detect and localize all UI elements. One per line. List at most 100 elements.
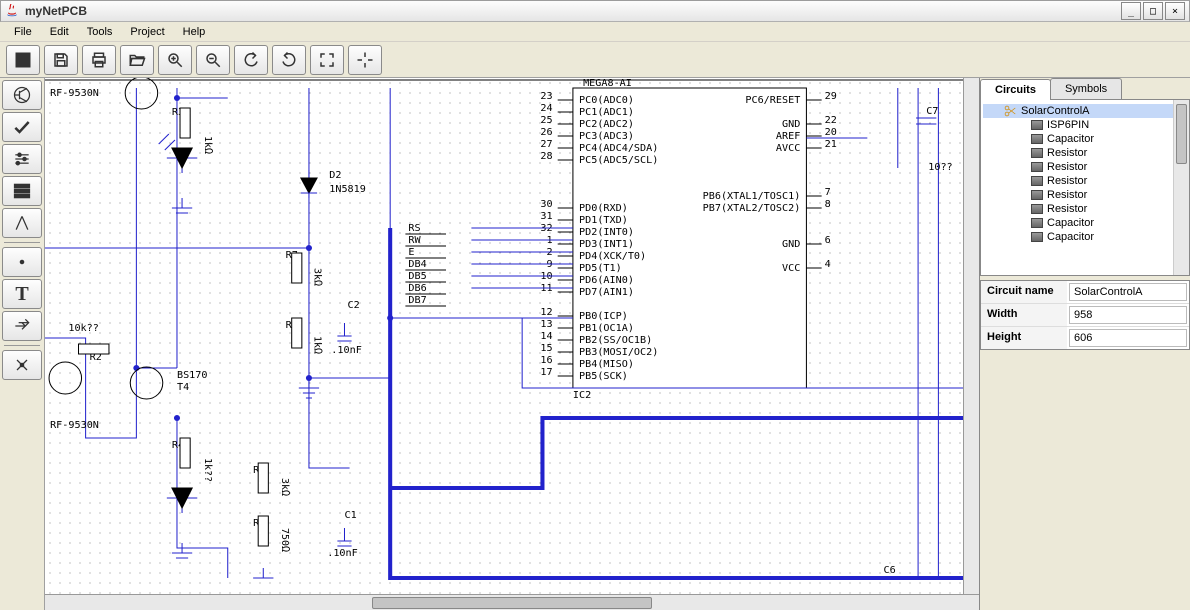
svg-text:DB6: DB6 [408,283,426,294]
svg-text:29: 29 [825,91,837,102]
tree-item[interactable]: Resistor [983,202,1187,216]
window-title: myNetPCB [25,4,1121,18]
tree-item-label: Resistor [1047,147,1087,159]
svg-text:C2: C2 [348,300,360,311]
menu-help[interactable]: Help [175,24,214,40]
undo-btn[interactable] [234,45,268,75]
tree-item-label: Capacitor [1047,231,1094,243]
svg-text:PD6(AIN0): PD6(AIN0) [579,275,634,286]
svg-text:1kΩ: 1kΩ [312,336,323,354]
fit-btn[interactable] [310,45,344,75]
svg-text:PC4(ADC4/SDA): PC4(ADC4/SDA) [579,143,658,154]
save-btn[interactable] [44,45,78,75]
text-tool[interactable]: T [2,279,42,309]
svg-text:13: 13 [540,319,552,330]
tab-symbols[interactable]: Symbols [1050,78,1122,99]
canvas-hscroll[interactable] [45,594,979,610]
tree-scrollbar[interactable] [1173,100,1189,275]
svg-text:PB1(OC1A): PB1(OC1A) [579,323,634,334]
print-btn[interactable] [82,45,116,75]
scissors-icon [1003,105,1017,117]
target-btn[interactable] [348,45,382,75]
svg-text:20: 20 [825,127,837,138]
tree-item[interactable]: ISP6PIN [983,118,1187,132]
tree-item[interactable]: Resistor [983,146,1187,160]
svg-text:21: 21 [825,139,837,150]
right-panel: Circuits Symbols SolarControlA ISP6PINCa… [980,78,1190,610]
tree-root[interactable]: SolarControlA [983,104,1187,118]
svg-text:24: 24 [540,103,552,114]
menu-file[interactable]: File [6,24,40,40]
maximize-button[interactable]: □ [1143,2,1163,20]
canvas-vscroll[interactable] [963,78,979,594]
tree-item[interactable]: Capacitor [983,132,1187,146]
properties-panel: Circuit name Width Height [980,280,1190,350]
menu-edit[interactable]: Edit [42,24,77,40]
schematic-canvas[interactable]: MEGA8-AI IC2 23PC0(ADC0)24PC1(ADC1)25PC2… [45,78,979,594]
svg-text:DB4: DB4 [408,259,426,270]
menu-project[interactable]: Project [122,24,172,40]
svg-text:PB3(MOSI/OC2): PB3(MOSI/OC2) [579,347,658,358]
svg-text:MEGA8-AI: MEGA8-AI [583,78,632,89]
svg-text:VCC: VCC [782,263,800,274]
svg-text:12: 12 [540,307,552,318]
tree-root-label: SolarControlA [1021,105,1089,117]
svg-text:PB4(MISO): PB4(MISO) [579,359,634,370]
minimize-button[interactable]: _ [1121,2,1141,20]
svg-text:15: 15 [540,343,552,354]
tree-item-label: Resistor [1047,203,1087,215]
svg-text:1kΩ: 1kΩ [202,136,213,154]
svg-text:26: 26 [540,127,552,138]
svg-text:32: 32 [540,223,552,234]
schematic-svg: MEGA8-AI IC2 23PC0(ADC0)24PC1(ADC1)25PC2… [45,78,979,594]
zoom-in-btn[interactable] [158,45,192,75]
component-icon [1031,162,1043,172]
redo-btn[interactable] [272,45,306,75]
tree-item[interactable]: Capacitor [983,216,1187,230]
zoom-out-btn[interactable] [196,45,230,75]
close-button[interactable]: × [1165,2,1185,20]
svg-text:.10nF: .10nF [331,345,362,356]
component-icon [1031,134,1043,144]
svg-text:30: 30 [540,199,552,210]
cut-tool[interactable] [2,350,42,380]
circuit-name-input[interactable] [1069,283,1187,301]
menu-tools[interactable]: Tools [79,24,121,40]
tab-circuits[interactable]: Circuits [980,79,1051,100]
svg-text:10k??: 10k?? [68,323,99,334]
svg-text:27: 27 [540,139,552,150]
svg-text:GND: GND [782,239,800,250]
svg-text:AVCC: AVCC [776,143,800,154]
open-btn[interactable] [120,45,154,75]
svg-text:PD5(T1): PD5(T1) [579,263,622,274]
svg-text:PD7(AIN1): PD7(AIN1) [579,287,634,298]
transistor-tool[interactable] [2,80,42,110]
point-tool[interactable] [2,247,42,277]
layers-tool[interactable] [2,176,42,206]
component-icon [1031,148,1043,158]
svg-text:RS: RS [408,223,420,234]
svg-text:1N5819: 1N5819 [329,184,366,195]
svg-text:23: 23 [540,91,552,102]
svg-text:RF-9530N: RF-9530N [50,420,99,431]
prop-label-height: Height [981,327,1067,349]
palette-separator [4,242,40,243]
height-input[interactable] [1069,329,1187,347]
width-input[interactable] [1069,306,1187,324]
arrow-tool[interactable] [2,311,42,341]
tree-item[interactable]: Resistor [983,160,1187,174]
svg-text:22: 22 [825,115,837,126]
tree-item[interactable]: Capacitor [983,230,1187,244]
grid-btn[interactable] [6,45,40,75]
check-tool[interactable] [2,112,42,142]
tree-item[interactable]: Resistor [983,174,1187,188]
svg-text:PB6(XTAL1/TOSC1): PB6(XTAL1/TOSC1) [703,191,801,202]
svg-text:PC6/RESET: PC6/RESET [745,95,800,106]
wire-tool[interactable] [2,208,42,238]
svg-text:3kΩ: 3kΩ [312,268,323,286]
circuit-tree[interactable]: SolarControlA ISP6PINCapacitorResistorRe… [980,100,1190,276]
sliders-tool[interactable] [2,144,42,174]
svg-text:25: 25 [540,115,552,126]
svg-text:PD3(INT1): PD3(INT1) [579,239,634,250]
tree-item[interactable]: Resistor [983,188,1187,202]
